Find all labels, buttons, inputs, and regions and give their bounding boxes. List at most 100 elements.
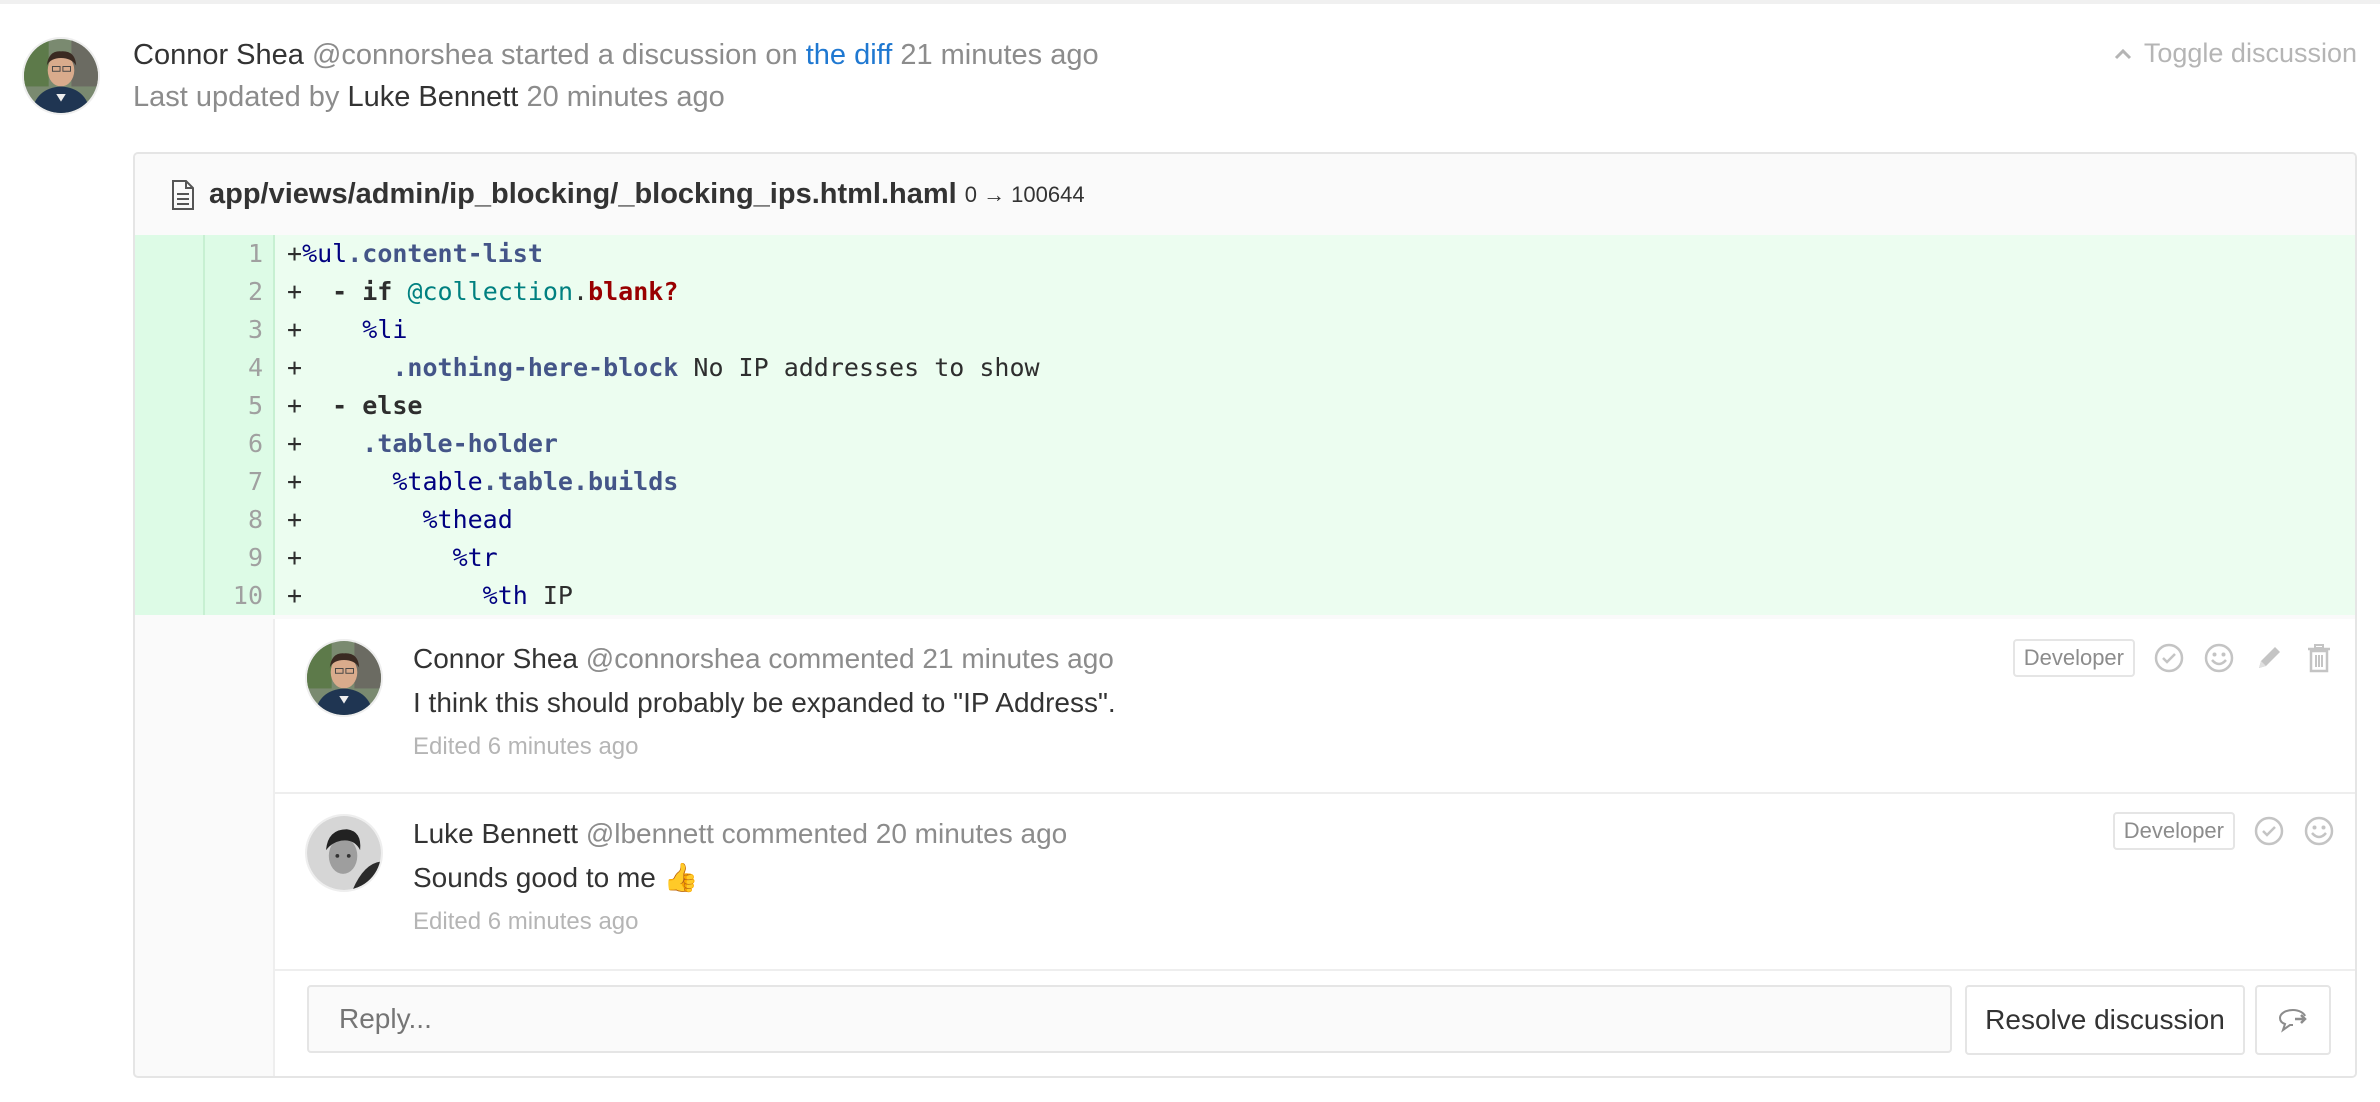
code-token: + [287,467,393,496]
old-line-number[interactable] [135,425,205,463]
diff-line: 3 + %li [135,311,2355,349]
line-code: + %table.table.builds [275,463,2355,501]
note-author-avatar[interactable] [305,814,383,892]
note-author-handle[interactable]: @lbennett [586,818,714,849]
new-line-number[interactable]: 1 [205,235,275,273]
note-author-name[interactable]: Luke Bennett [413,818,578,849]
code-token: . [573,277,589,306]
note-author-handle[interactable]: @connorshea [586,643,761,674]
note-time[interactable]: 20 minutes ago [876,818,1067,849]
resolve-icon[interactable] [2153,642,2185,674]
comment-arrow-icon [2278,1009,2307,1033]
line-code: + %th IP [275,577,2355,615]
discussion-author-handle[interactable]: @connorshea [312,39,493,71]
new-line-number[interactable]: 5 [205,387,275,425]
new-line-number[interactable]: 3 [205,311,275,349]
old-line-number[interactable] [135,311,205,349]
new-line-number[interactable]: 6 [205,425,275,463]
new-line-number[interactable]: 8 [205,501,275,539]
diff-line: 8 + %thead [135,501,2355,539]
edit-icon[interactable] [2253,642,2285,674]
code-token: .nothing-here-block [392,353,679,382]
note-edited: Edited 6 minutes ago [413,733,639,760]
resolve-icon[interactable] [2253,815,2285,847]
emoji-icon[interactable] [2303,815,2335,847]
resolve-discussion-button[interactable]: Resolve discussion [1965,985,2245,1055]
code-token: %ul [302,239,348,268]
emoji-icon[interactable] [2203,642,2235,674]
file-header: app/views/admin/ip_blocking/_blocking_ip… [135,154,2355,237]
file-text-icon [172,179,194,210]
diff-line: 5 + - else [135,387,2355,425]
discussion-started-text: started a discussion on [501,39,798,71]
new-line-number[interactable]: 4 [205,349,275,387]
role-badge: Developer [2112,812,2235,850]
old-line-number[interactable] [135,463,205,501]
code-token: %tr [452,543,498,572]
code-token: + [287,505,423,534]
line-code: + .nothing-here-block No IP addresses to… [275,349,2355,387]
reply-area: Resolve discussion [275,965,2355,1076]
top-divider [0,0,2380,4]
line-code: + %tr [275,539,2355,577]
code-token: + [287,391,333,420]
diff-line: 7 + %table.table.builds [135,463,2355,501]
diff-code: 1 +%ul.content-list 2 + - if @collection.bl… [135,235,2355,619]
diff-line: 2 + - if @collection.blank? [135,273,2355,311]
role-badge: Developer [2012,639,2135,677]
old-line-number[interactable] [135,235,205,273]
code-token: No IP addresses to show [678,353,1040,382]
reply-input[interactable] [307,985,1952,1053]
code-token: + [287,543,453,572]
old-line-number[interactable] [135,539,205,577]
new-line-number[interactable]: 10 [205,577,275,615]
note-author-avatar[interactable] [305,639,383,717]
delete-icon[interactable] [2303,642,2335,674]
file-path[interactable]: app/views/admin/ip_blocking/_blocking_ip… [209,178,957,211]
note-edited: Edited 6 minutes ago [413,908,639,935]
code-token: + [287,429,363,458]
code-token: .content-list [347,239,543,268]
old-line-number[interactable] [135,501,205,539]
discussion-author-avatar[interactable] [22,37,100,115]
code-token: %table [392,467,483,496]
code-token: %thead [422,505,513,534]
old-line-number[interactable] [135,577,205,615]
note-author-name[interactable]: Connor Shea [413,643,578,674]
discussion-author-name[interactable]: Connor Shea [133,39,304,71]
code-token: IP [527,581,573,610]
resolve-in-new-issue-button[interactable] [2255,985,2331,1055]
diff-link[interactable]: the diff [806,39,893,71]
note-text: I think this should probably be expanded… [413,687,1116,718]
diff-line: 6 + .table-holder [135,425,2355,463]
note-action: commented [768,643,915,674]
diff-line: 9 + %tr [135,539,2355,577]
toggle-discussion-button[interactable]: Toggle discussion [2114,38,2357,69]
new-line-number[interactable]: 9 [205,539,275,577]
line-code: + .table-holder [275,425,2355,463]
old-line-number[interactable] [135,273,205,311]
avatar-photo-connor [307,641,381,715]
code-token: %li [362,315,408,344]
new-line-number[interactable]: 7 [205,463,275,501]
code-token: .table-holder [362,429,558,458]
code-token: + [287,239,303,268]
old-line-number[interactable] [135,349,205,387]
note-time[interactable]: 21 minutes ago [922,643,1113,674]
code-token: - if [332,277,393,306]
code-token: .table.builds [482,467,679,496]
file-mode-change: 0 → 100644 [964,181,1085,207]
new-line-number[interactable]: 2 [205,273,275,311]
chevron-up-icon [2114,48,2131,59]
note-item: Luke Bennett @lbennett commented 20 minu… [275,792,2355,971]
discussion-notes: Connor Shea @connorshea commented 21 min… [273,619,2355,1076]
discussion-panel: app/views/admin/ip_blocking/_blocking_ip… [133,152,2357,1078]
last-updated-by[interactable]: Luke Bennett [347,81,518,113]
line-code: +%ul.content-list [275,235,2355,273]
note-text: Sounds good to me 👍 [413,854,1067,902]
code-token: @collection [407,277,574,306]
line-code: + - else [275,387,2355,425]
note-text-content: Sounds good to me [413,862,656,893]
old-line-number[interactable] [135,387,205,425]
